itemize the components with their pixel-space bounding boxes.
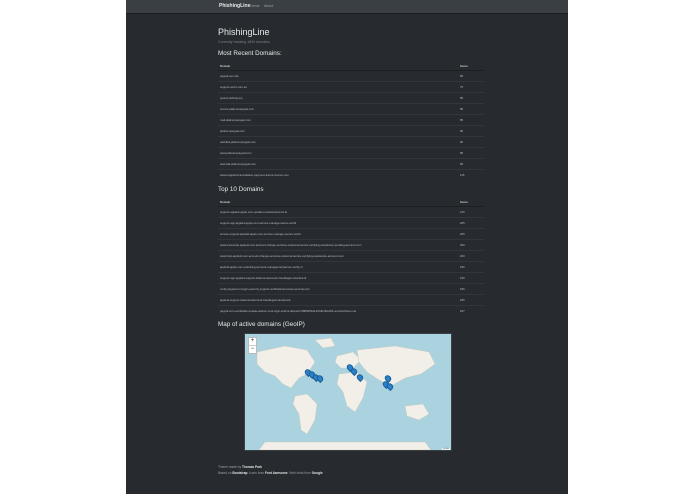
footer-based-on-line: Based on Bootstrap. Icons from Font Awes…	[218, 471, 323, 475]
score-cell: 75	[458, 81, 484, 93]
table-row: platinumpaypal.com 80	[218, 125, 484, 137]
score-cell: 85	[458, 92, 484, 104]
table-row: www.help-appleid.com-account-change-serv…	[218, 250, 484, 262]
table-row: support-appleid-apple.com-update-renewal…	[218, 206, 484, 218]
footer-credit-line: Theme made by Thomas Park	[218, 465, 262, 469]
footer-link-bootstrap[interactable]: Bootstrap	[232, 471, 247, 475]
table-row: support-app.appleid-support-statementacc…	[218, 272, 484, 284]
score-cell: 205	[458, 217, 484, 229]
domain-cell: appleid-apple.com-unlocking-account-mana…	[218, 261, 458, 273]
footer-link-author[interactable]: Thomas Park	[242, 465, 262, 469]
score-cell: 85	[458, 158, 484, 170]
score-cell: 90	[458, 136, 484, 148]
table-row: cpanel.plzhelp.top 85	[218, 92, 484, 104]
table-row: paypal-sec.site 85	[218, 70, 484, 82]
table-row: appleid-support-statementaccount-fraudle…	[218, 294, 484, 306]
domain-cell: webmail.platinumpaypal.com	[218, 158, 458, 170]
domain-cell: www.help-appleid.com-account-change-serv…	[218, 250, 458, 262]
table-row: www.www-help-appleid.com-account-change-…	[218, 239, 484, 251]
domain-cell: webdisk.platinumpaypal.com	[218, 136, 458, 148]
table-row: www.platinumpaypal.com 85	[218, 147, 484, 159]
score-cell: 85	[458, 147, 484, 159]
zoom-out-button[interactable]: −	[249, 345, 256, 353]
domain-cell: mail.platinumpaypal.com	[218, 114, 458, 126]
score-cell: 215	[458, 206, 484, 218]
footer-link-font-awesome[interactable]: Font Awesome	[265, 471, 288, 475]
column-header-score: Score	[458, 197, 484, 207]
map-attribution[interactable]: Leaflet	[441, 448, 450, 450]
domain-cell: support-accnt.com.au	[218, 81, 458, 93]
geoip-map[interactable]: + − Leaflet	[244, 333, 452, 451]
table-row: support-accnt.com.au 75	[218, 81, 484, 93]
score-cell: 80	[458, 125, 484, 137]
table-row: webmail.platinumpaypal.com 85	[218, 158, 484, 170]
domain-cell: support-app.appleid-apple.com-service-ma…	[218, 217, 458, 229]
domain-cell: www4.appleid-cancellation-payment-itunes…	[218, 169, 458, 180]
score-cell: 195	[458, 283, 484, 295]
score-cell: 185	[458, 294, 484, 306]
top-domains-heading: Top 10 Domains	[218, 186, 264, 193]
score-cell: 85	[458, 70, 484, 82]
score-cell: 85	[458, 103, 484, 115]
recent-domains-heading: Most Recent Domains:	[218, 50, 282, 57]
page: PhishingLine Home About PhishingLine Cur…	[126, 0, 568, 494]
table-row: www4.appleid-cancellation-payment-itunes…	[218, 169, 484, 180]
domain-cell: paypal.com-worldwide-update-webscr-cmd-l…	[218, 305, 458, 316]
footer-link-google[interactable]: Google	[312, 471, 323, 475]
table-row: paypal.com-worldwide-update-webscr-cmd-l…	[218, 305, 484, 316]
world-map-tiles	[256, 337, 436, 450]
score-cell: 115	[458, 169, 484, 180]
domain-cell: support-appleid-apple.com-update-renewal…	[218, 206, 458, 218]
domain-cell: platinumpaypal.com	[218, 125, 458, 137]
table-row: webdisk.platinumpaypal.com 90	[218, 136, 484, 148]
top-domains-table: Domain Score support-appleid-apple.com-u…	[218, 197, 484, 316]
domain-cell: secure.platinumpaypal.com	[218, 103, 458, 115]
table-row: appleid-apple.com-unlocking-account-mana…	[218, 261, 484, 273]
column-header-score: Score	[458, 61, 484, 71]
page-title: PhishingLine	[218, 27, 270, 37]
nav-link-home[interactable]: Home	[250, 4, 260, 8]
domain-cell: verify.paypal.com-login-security-support…	[218, 283, 458, 295]
score-cell: 187	[458, 305, 484, 316]
domain-cell: service-support-appleid-apple.com-servic…	[218, 228, 458, 240]
domain-cell: www.platinumpaypal.com	[218, 147, 458, 159]
recent-domains-table: Domain Score paypal-sec.site 85 support-ac…	[218, 61, 484, 180]
zoom-in-button[interactable]: +	[249, 338, 256, 345]
nav-link-about[interactable]: About	[264, 4, 273, 8]
column-header-domain: Domain	[218, 197, 458, 207]
domain-cell: www.www-help-appleid.com-account-change-…	[218, 239, 458, 251]
score-cell: 200	[458, 239, 484, 251]
navbar-brand[interactable]: PhishingLine	[219, 3, 250, 9]
map-heading: Map of active domains (GeoIP)	[218, 321, 305, 328]
domain-cell: paypal-sec.site	[218, 70, 458, 82]
score-cell: 205	[458, 228, 484, 240]
table-row: service-support-appleid-apple.com-servic…	[218, 228, 484, 240]
table-row: verify.paypal.com-login-security-support…	[218, 283, 484, 295]
table-row: secure.platinumpaypal.com 85	[218, 103, 484, 115]
score-cell: 195	[458, 261, 484, 273]
column-header-domain: Domain	[218, 61, 458, 71]
score-cell: 85	[458, 114, 484, 126]
page-subtitle: Currently tracking 1694 domains	[218, 40, 270, 44]
table-row: mail.platinumpaypal.com 85	[218, 114, 484, 126]
domain-cell: support-app.appleid-support-statementacc…	[218, 272, 458, 284]
domain-cell: cpanel.plzhelp.top	[218, 92, 458, 104]
navbar: PhishingLine Home About	[126, 0, 568, 14]
map-zoom-control: + −	[248, 337, 257, 354]
score-cell: 195	[458, 272, 484, 284]
table-row: support-app.appleid-apple.com-service-ma…	[218, 217, 484, 229]
score-cell: 200	[458, 250, 484, 262]
domain-cell: appleid-support-statementaccount-fraudle…	[218, 294, 458, 306]
